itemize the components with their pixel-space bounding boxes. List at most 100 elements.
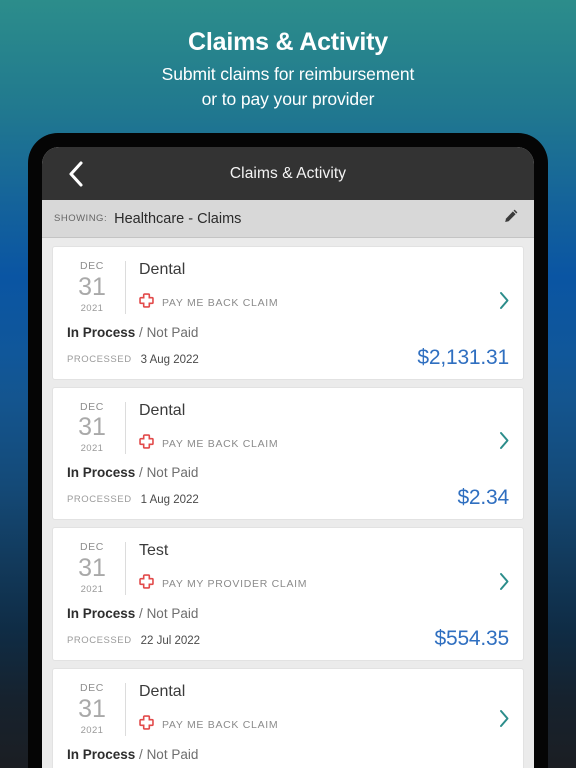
claim-type-row: PAY MY PROVIDER CLAIM (139, 574, 509, 594)
processed-label: PROCESSED (67, 634, 132, 646)
claim-type-label: PAY ME BACK CLAIM (162, 719, 279, 732)
claim-date-month: DEC (80, 681, 104, 694)
claim-date-month: DEC (80, 400, 104, 413)
claim-date-block: DEC 31 2021 (67, 681, 117, 736)
table-row[interactable]: DEC 31 2021 Dental PAY ME BACK CLAIM In … (52, 667, 524, 768)
status-primary: In Process (67, 605, 136, 621)
status-badge: In Process / Not Paid (67, 465, 509, 480)
pencil-icon (503, 208, 519, 229)
device-frame: Claims & Activity SHOWING: Healthcare - … (28, 133, 548, 768)
claim-date-year: 2021 (80, 583, 104, 595)
table-row[interactable]: DEC 31 2021 Dental PAY ME BACK CLAIM In … (52, 246, 524, 380)
claims-list[interactable]: DEC 31 2021 Dental PAY ME BACK CLAIM In … (42, 238, 534, 768)
status-primary: In Process (67, 746, 136, 762)
claim-date-day: 31 (78, 272, 106, 301)
status-separator: / (135, 465, 147, 481)
divider (125, 542, 126, 595)
medical-cross-icon (139, 715, 154, 735)
processed-label: PROCESSED (67, 353, 132, 365)
claim-main: Test PAY MY PROVIDER CLAIM (139, 540, 509, 595)
promo-title: Claims & Activity (188, 28, 388, 56)
processed-label: PROCESSED (67, 494, 132, 506)
promo-header: Claims & Activity Submit claims for reim… (0, 0, 576, 112)
claim-date-day: 31 (78, 413, 106, 442)
claim-date-day: 31 (78, 694, 106, 723)
chevron-right-icon[interactable] (499, 291, 510, 315)
claim-title: Dental (139, 401, 186, 419)
claim-header: DEC 31 2021 Dental PAY ME BACK CLAIM (67, 400, 509, 455)
chevron-right-icon[interactable] (499, 431, 510, 455)
status-secondary: Not Paid (146, 605, 199, 621)
processed-date: 3 Aug 2022 (140, 353, 199, 366)
claim-date-block: DEC 31 2021 (67, 400, 117, 455)
claim-type-row: PAY ME BACK CLAIM (139, 715, 509, 735)
processed-date: 1 Aug 2022 (140, 494, 199, 507)
filter-bar[interactable]: SHOWING: Healthcare - Claims (42, 200, 534, 238)
chevron-right-icon[interactable] (499, 709, 510, 733)
claim-type-row: PAY ME BACK CLAIM (139, 293, 509, 313)
claim-footer: In Process / Not Paid PROCESSED 22 Jul 2… (67, 606, 509, 649)
back-button[interactable] (52, 147, 98, 200)
chevron-left-icon (67, 160, 84, 188)
status-badge: In Process / Not Paid (67, 747, 509, 762)
status-separator: / (135, 746, 147, 762)
claim-type-label: PAY ME BACK CLAIM (162, 437, 279, 450)
claim-date-block: DEC 31 2021 (67, 540, 117, 595)
status-primary: In Process (67, 465, 136, 481)
status-primary: In Process (67, 324, 136, 340)
table-row[interactable]: DEC 31 2021 Dental PAY ME BACK CLAIM In … (52, 386, 524, 521)
claim-footer: In Process / Not Paid PROCESSED 1 Aug 20… (67, 465, 509, 508)
processed-row: PROCESSED 22 Jul 2022 $554.35 (67, 628, 509, 649)
status-separator: / (135, 605, 147, 621)
claim-type-label: PAY ME BACK CLAIM (162, 297, 279, 310)
claim-date-month: DEC (80, 260, 104, 272)
device-screen: Claims & Activity SHOWING: Healthcare - … (42, 147, 534, 768)
processed-row: PROCESSED 1 Aug 2022 $2.34 (67, 487, 509, 508)
claim-amount: $554.35 (434, 626, 509, 650)
divider (125, 401, 126, 455)
claim-footer: In Process / Not Paid PROCESSED 3 Aug 20… (67, 325, 509, 368)
claim-date-month: DEC (80, 541, 104, 554)
claim-date-year: 2021 (80, 302, 104, 314)
showing-label: SHOWING: (54, 213, 108, 224)
medical-cross-icon (139, 434, 154, 454)
divider (125, 682, 126, 736)
processed-row: PROCESSED 3 Aug 2022 $2,131.31 (67, 347, 509, 368)
claim-footer: In Process / Not Paid PROCESSED (67, 747, 509, 768)
claim-title: Dental (139, 261, 186, 278)
claim-amount: $2,131.31 (417, 345, 509, 369)
claim-date-year: 2021 (80, 443, 104, 455)
claim-title: Test (139, 542, 169, 560)
processed-date: 22 Jul 2022 (140, 634, 201, 647)
app-navbar: Claims & Activity (42, 147, 534, 200)
claim-main: Dental PAY ME BACK CLAIM (139, 400, 509, 455)
divider (125, 261, 126, 314)
claim-header: DEC 31 2021 Dental PAY ME BACK CLAIM (67, 681, 509, 736)
table-row[interactable]: DEC 31 2021 Test PAY MY PROVIDER CLAIM I… (52, 527, 524, 661)
medical-cross-icon (139, 574, 154, 594)
status-badge: In Process / Not Paid (67, 325, 509, 340)
claim-title: Dental (139, 682, 186, 700)
claim-main: Dental PAY ME BACK CLAIM (139, 681, 509, 736)
claim-type-label: PAY MY PROVIDER CLAIM (162, 578, 308, 591)
claim-header: DEC 31 2021 Test PAY MY PROVIDER CLAIM (67, 540, 509, 595)
claim-main: Dental PAY ME BACK CLAIM (139, 259, 509, 314)
edit-filter-button[interactable] (501, 209, 521, 229)
medical-cross-icon (139, 293, 154, 313)
status-secondary: Not Paid (146, 324, 199, 340)
showing-value: Healthcare - Claims (114, 210, 242, 227)
claim-type-row: PAY ME BACK CLAIM (139, 434, 509, 454)
promo-subtitle-line1: Submit claims for reimbursement (161, 64, 415, 84)
status-secondary: Not Paid (146, 465, 199, 481)
status-secondary: Not Paid (146, 746, 199, 762)
claim-amount: $2.34 (457, 486, 509, 510)
status-separator: / (135, 324, 147, 340)
claim-header: DEC 31 2021 Dental PAY ME BACK CLAIM (67, 259, 509, 314)
status-badge: In Process / Not Paid (67, 606, 509, 621)
claim-date-day: 31 (78, 553, 106, 582)
claim-date-year: 2021 (80, 724, 104, 736)
claim-date-block: DEC 31 2021 (67, 259, 117, 314)
page-title: Claims & Activity (229, 164, 347, 182)
chevron-right-icon[interactable] (499, 572, 510, 596)
promo-subtitle-line2: or to pay your provider (201, 88, 375, 109)
